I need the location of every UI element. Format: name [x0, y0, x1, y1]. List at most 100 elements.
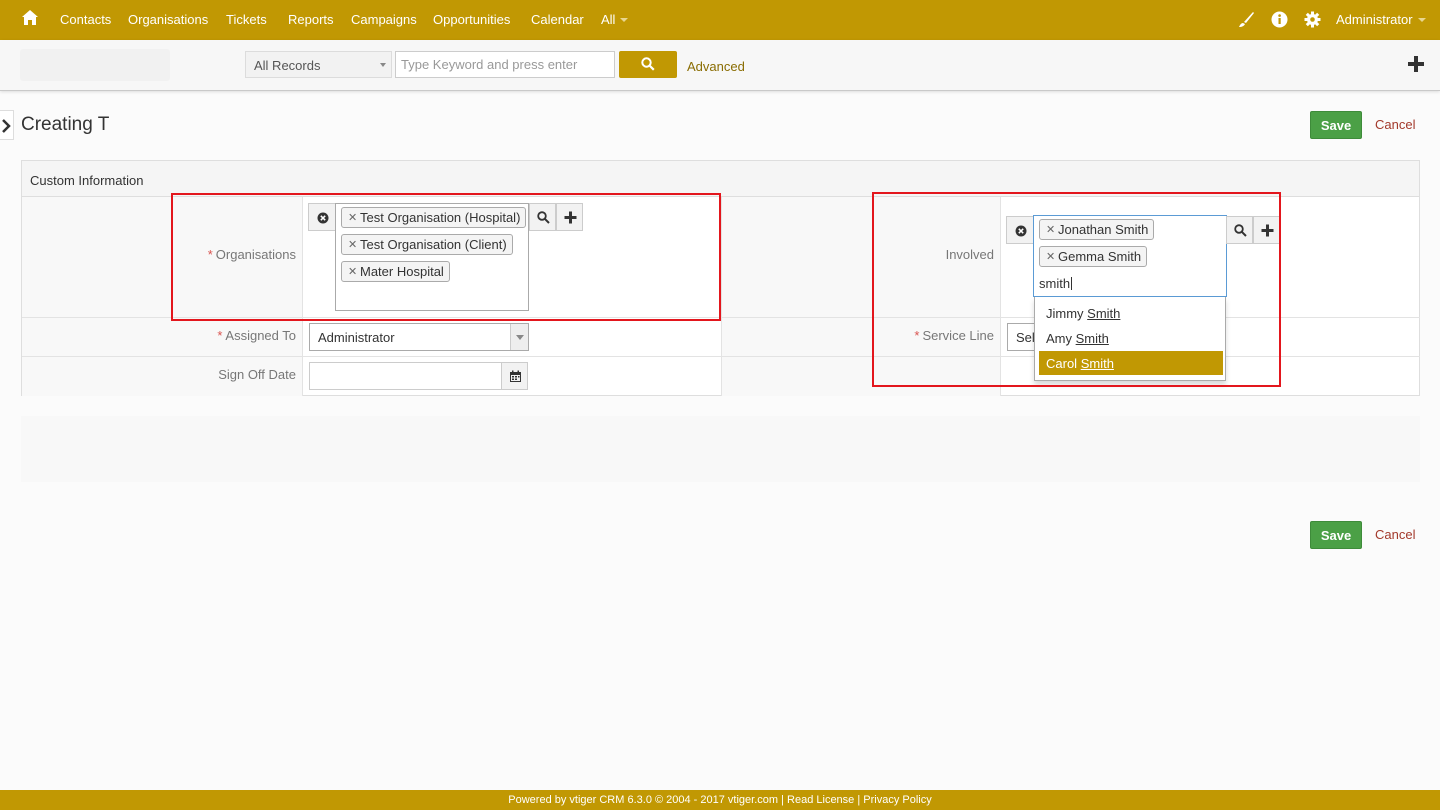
option-match: Smith [1075, 331, 1109, 346]
footer: Powered by vtiger CRM 6.3.0 © 2004 - 201… [0, 790, 1440, 810]
cancel-link-bottom[interactable]: Cancel [1375, 527, 1415, 542]
assigned-label-cell: * Assigned To [22, 318, 303, 357]
nav-contacts[interactable]: Contacts [60, 12, 111, 27]
search-icon [537, 211, 550, 224]
page-title: Creating T [21, 114, 110, 135]
involved-chip: ✕ Jonathan Smith [1039, 219, 1155, 240]
assigned-to-label: * Assigned To [217, 328, 296, 343]
suggestion-option[interactable]: Amy Smith [1039, 326, 1223, 350]
block-title: Custom Information [30, 173, 144, 188]
involved-multiselect[interactable]: ✕ Jonathan Smith ✕ Gemma Smith smith [1033, 215, 1227, 297]
organisation-chip: ✕ Test Organisation (Hospital) [341, 207, 527, 228]
search-button[interactable] [619, 51, 677, 78]
faded-block [21, 416, 1420, 482]
sidebar-toggle[interactable] [0, 110, 14, 140]
involved-label: Involved [945, 247, 994, 262]
nav-campaigns[interactable]: Campaigns [351, 12, 417, 27]
service-line-label: * Service Line [914, 328, 994, 343]
search-icon [1234, 224, 1247, 237]
nav-all-menu[interactable]: All [601, 12, 629, 27]
search-bar: All Records Advanced [0, 40, 1440, 91]
nav-reports[interactable]: Reports [288, 12, 334, 27]
gear-icon[interactable] [1304, 11, 1321, 28]
typed-text: smith [1039, 276, 1071, 291]
chevron-down-icon [1417, 18, 1426, 22]
records-select-value: All Records [254, 58, 321, 73]
required-marker: * [207, 247, 213, 262]
signoff-label-cell: Sign Off Date [22, 357, 303, 396]
required-marker: * [914, 328, 920, 343]
chip-label: Test Organisation (Client) [360, 237, 507, 252]
organisations-multiselect[interactable]: ✕ Test Organisation (Hospital) ✕ Test Orga… [335, 203, 529, 311]
nav-all-label: All [601, 12, 616, 27]
records-select[interactable]: All Records [245, 51, 392, 78]
paintbrush-icon[interactable] [1238, 11, 1255, 28]
organisations-search-button[interactable] [529, 203, 556, 231]
chip-label: Gemma Smith [1058, 249, 1142, 264]
organisations-label: * Organisations [208, 247, 296, 262]
service-line-label-text: Service Line [922, 328, 994, 343]
save-button-bottom[interactable]: Save [1310, 521, 1362, 549]
required-marker: * [217, 328, 223, 343]
search-icon [641, 57, 655, 71]
plus-icon [1261, 224, 1274, 237]
block-header: Custom Information [22, 161, 1419, 197]
plus-icon [564, 211, 577, 224]
company-logo [20, 49, 170, 81]
chevron-down-icon [510, 324, 528, 350]
service-line-value: Sel [1016, 330, 1035, 345]
top-navigation-bar: Contacts Organisations Tickets Reports C… [0, 0, 1440, 40]
advanced-search-link[interactable]: Advanced [687, 59, 745, 74]
chip-label: Jonathan Smith [1058, 222, 1149, 237]
remove-chip-icon[interactable]: ✕ [348, 265, 357, 278]
suggestion-option[interactable]: Jimmy Smith [1039, 301, 1223, 325]
service-line-label-cell: * Service Line [722, 318, 1001, 357]
involved-search-button[interactable] [1226, 216, 1253, 244]
calendar-button[interactable] [501, 362, 528, 390]
option-first: Amy [1046, 331, 1072, 346]
involved-label-cell: Involved [722, 197, 1001, 318]
sign-off-date-input[interactable] [309, 362, 502, 390]
nav-tickets[interactable]: Tickets [226, 12, 267, 27]
clear-circle-icon [1015, 225, 1027, 237]
involved-add-button[interactable] [1253, 216, 1280, 244]
plus-icon[interactable] [1407, 55, 1425, 73]
option-match: Smith [1087, 306, 1121, 321]
cancel-link[interactable]: Cancel [1375, 117, 1415, 132]
home-icon[interactable] [21, 9, 39, 27]
nav-opportunities[interactable]: Opportunities [433, 12, 510, 27]
remove-chip-icon[interactable]: ✕ [1046, 250, 1055, 263]
assigned-to-value: Administrator [318, 330, 395, 345]
user-name: Administrator [1336, 12, 1413, 27]
organisations-clear-button[interactable] [308, 203, 336, 231]
organisation-chip: ✕ Mater Hospital [341, 261, 450, 282]
suggestion-option-highlighted[interactable]: Carol Smith [1039, 351, 1223, 375]
chevron-down-icon [380, 63, 386, 67]
remove-chip-icon[interactable]: ✕ [348, 238, 357, 251]
organisations-label-cell: * Organisations [22, 197, 303, 318]
organisations-label-text: Organisations [215, 247, 296, 262]
nav-calendar[interactable]: Calendar [531, 12, 584, 27]
organisations-add-button[interactable] [556, 203, 583, 231]
chip-label: Test Organisation (Hospital) [360, 210, 521, 225]
assigned-to-select[interactable]: Administrator [309, 323, 529, 351]
chevron-down-icon [620, 18, 629, 22]
option-first: Jimmy [1046, 306, 1084, 321]
option-first: Carol [1046, 356, 1078, 371]
assigned-to-label-text: Assigned To [225, 328, 296, 343]
calendar-icon [510, 370, 521, 382]
remove-chip-icon[interactable]: ✕ [348, 211, 357, 224]
remove-chip-icon[interactable]: ✕ [1046, 223, 1055, 236]
involved-suggestions-dropdown: Jimmy Smith Amy Smith Carol Smith [1034, 297, 1226, 381]
involved-search-text[interactable]: smith [1039, 276, 1073, 291]
info-icon[interactable] [1271, 11, 1288, 28]
sign-off-date-label: Sign Off Date [218, 367, 296, 382]
nav-organisations[interactable]: Organisations [128, 12, 208, 27]
save-button[interactable]: Save [1310, 111, 1362, 139]
chevron-right-icon [2, 119, 11, 133]
text-cursor [1071, 277, 1073, 290]
user-menu[interactable]: Administrator [1336, 12, 1426, 27]
clear-circle-icon [317, 212, 329, 224]
search-input[interactable] [395, 51, 615, 78]
involved-clear-button[interactable] [1006, 216, 1034, 244]
